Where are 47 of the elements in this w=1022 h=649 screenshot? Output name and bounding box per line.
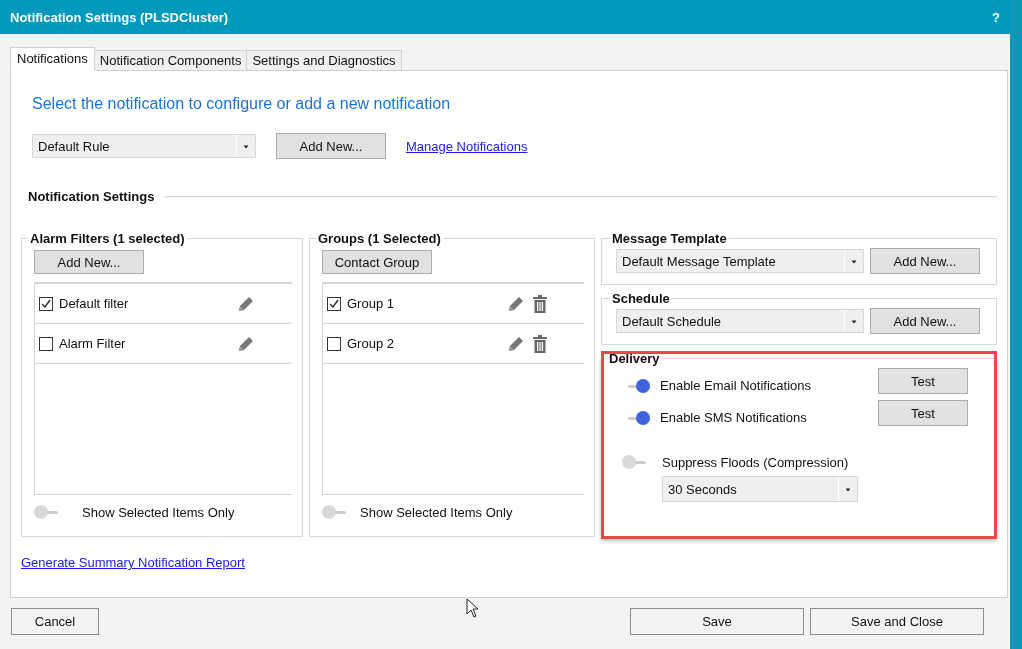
group-title: Alarm Filters (1 selected) bbox=[29, 231, 186, 246]
option-label: Enable SMS Notifications bbox=[660, 410, 807, 425]
manage-notifications-link[interactable]: Manage Notifications bbox=[406, 138, 528, 154]
group-title: Delivery bbox=[608, 351, 661, 366]
toggle-switch[interactable] bbox=[322, 504, 346, 520]
toggle-label: Show Selected Items Only bbox=[82, 504, 235, 520]
list-action-button[interactable]: Contact Group bbox=[322, 250, 432, 274]
test-button[interactable]: Test bbox=[878, 400, 968, 426]
toggle-switch[interactable] bbox=[626, 409, 650, 426]
tab[interactable]: Notifications bbox=[10, 47, 95, 71]
report-link[interactable]: Generate Summary Notification Report bbox=[21, 555, 245, 570]
test-button[interactable]: Test bbox=[878, 368, 968, 394]
add-new-button[interactable]: Add New... bbox=[870, 248, 980, 274]
save-and-close-button[interactable]: Save and Close bbox=[810, 608, 984, 635]
trash-icon[interactable] bbox=[532, 294, 548, 313]
list-item-label: Default filter bbox=[59, 296, 130, 311]
toggle-label: Show Selected Items Only bbox=[360, 504, 513, 520]
group-title: Groups (1 Selected) bbox=[317, 231, 442, 246]
list-item-label: Group 1 bbox=[347, 296, 395, 311]
toggle-switch[interactable] bbox=[34, 504, 58, 520]
section-title: Notification Settings bbox=[28, 189, 155, 204]
checkbox[interactable] bbox=[39, 296, 53, 311]
tab[interactable]: Notification Components bbox=[93, 50, 248, 70]
dropdown[interactable]: Default Schedule bbox=[616, 309, 864, 333]
group-title: Schedule bbox=[611, 291, 671, 306]
window-title: Notification Settings (PLSDCluster) bbox=[10, 9, 229, 25]
toggle-switch[interactable] bbox=[622, 454, 646, 470]
page-heading: Select the notification to configure or add a new notification bbox=[32, 95, 452, 113]
cancel-button[interactable]: Cancel bbox=[11, 608, 99, 635]
add-new-button[interactable]: Add New... bbox=[870, 308, 980, 334]
checkbox[interactable] bbox=[327, 336, 341, 351]
group-title: Message Template bbox=[611, 231, 728, 246]
dropdown[interactable]: 30 Seconds bbox=[662, 476, 858, 502]
trash-icon[interactable] bbox=[532, 334, 548, 353]
tab[interactable]: Settings and Diagnostics bbox=[246, 50, 402, 70]
checkbox[interactable] bbox=[327, 296, 341, 311]
list-action-button[interactable]: Add New... bbox=[34, 250, 144, 274]
toggle-switch[interactable] bbox=[626, 377, 650, 394]
option-label: Enable Email Notifications bbox=[660, 378, 812, 393]
list-item-label: Alarm Filter bbox=[59, 336, 127, 351]
save-button[interactable]: Save bbox=[630, 608, 804, 635]
dropdown[interactable]: Default Message Template bbox=[616, 249, 864, 273]
option-label: Suppress Floods (Compression) bbox=[662, 454, 849, 470]
rule-dropdown[interactable]: Default Rule bbox=[32, 134, 256, 158]
list-item-label: Group 2 bbox=[347, 336, 395, 351]
add-new-button[interactable]: Add New... bbox=[276, 133, 386, 159]
checkbox[interactable] bbox=[39, 336, 53, 351]
